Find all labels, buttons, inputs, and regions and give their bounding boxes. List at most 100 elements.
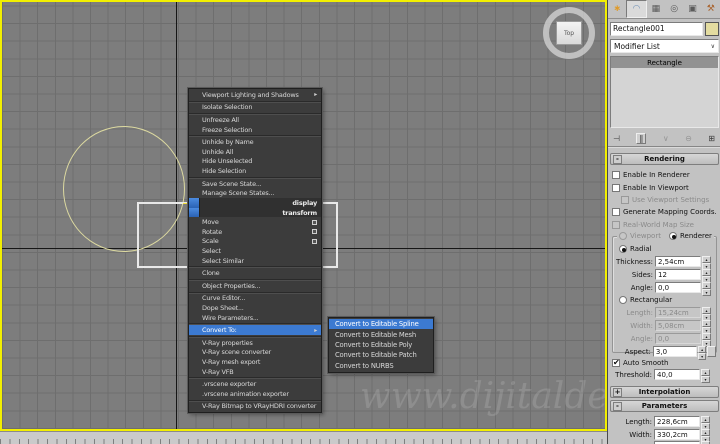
menu-item[interactable]: Convert To: ▸ xyxy=(189,325,321,335)
command-panel-tab[interactable]: ▦ xyxy=(647,0,665,18)
expand-icon[interactable]: + xyxy=(613,388,622,397)
command-panel-tab[interactable]: ⚒ xyxy=(702,0,720,18)
radio-button[interactable] xyxy=(669,232,677,240)
checkbox-row[interactable]: Use Viewport Settings xyxy=(612,194,718,206)
menu-item[interactable]: Unhide by Name ▸ xyxy=(189,137,321,147)
checkbox-row[interactable]: Enable In Viewport xyxy=(612,181,718,193)
object-color-swatch[interactable] xyxy=(705,22,719,36)
submenu-item[interactable]: Convert to Editable Mesh xyxy=(329,329,433,339)
spinner[interactable]: ▴▾ xyxy=(702,269,711,280)
aspect-lock-button[interactable] xyxy=(707,346,716,357)
menu-item[interactable]: V-Ray scene converter ▸ xyxy=(189,348,321,358)
value-field[interactable]: 12 xyxy=(655,269,701,280)
menu-item[interactable]: Object Properties... ▸ xyxy=(189,281,321,291)
menu-item[interactable]: Hide Selection ▸ xyxy=(189,166,321,176)
checkbox-row[interactable]: Generate Mapping Coords. xyxy=(612,206,718,218)
menu-item[interactable]: Clone ▸ xyxy=(189,268,321,278)
value-field[interactable]: 0,0 xyxy=(655,282,701,293)
menu-item[interactable]: Dope Sheet... ▸ xyxy=(189,303,321,313)
value-field[interactable]: 5,08cm xyxy=(655,320,701,331)
value-field[interactable]: 228,6cm xyxy=(654,416,700,427)
spinner[interactable]: ▴▾ xyxy=(701,416,710,427)
spinner[interactable]: ▴▾ xyxy=(702,282,711,293)
menu-item[interactable]: .vrscene animation exporter ▸ xyxy=(189,389,321,399)
collapse-icon[interactable]: - xyxy=(613,402,622,411)
checkbox[interactable] xyxy=(612,359,620,367)
track-bar[interactable] xyxy=(0,431,607,444)
stack-tool-button[interactable]: ⊞ xyxy=(708,134,715,143)
radio-viewport[interactable]: Viewport xyxy=(619,232,661,240)
viewcube[interactable]: Top xyxy=(540,5,598,61)
spinner[interactable]: ▴▾ xyxy=(701,369,710,380)
value-field[interactable]: 2,54cm xyxy=(655,256,701,267)
command-panel-tab[interactable]: ∗ xyxy=(608,0,626,18)
stack-tool-button[interactable]: ⊖ xyxy=(685,134,692,143)
submenu-item[interactable]: Convert to Editable Spline xyxy=(329,319,433,329)
checkbox[interactable] xyxy=(612,184,620,192)
checkbox[interactable] xyxy=(621,196,629,204)
spinner[interactable]: ▴▾ xyxy=(698,346,707,357)
checkbox[interactable] xyxy=(612,208,620,216)
collapse-icon[interactable]: - xyxy=(613,155,622,164)
menu-item[interactable]: Select ▸ xyxy=(189,246,321,256)
command-panel-tab[interactable]: ▣ xyxy=(683,0,701,18)
spinner[interactable]: ▴▾ xyxy=(702,307,711,318)
object-name-field[interactable]: Rectangle001 xyxy=(610,22,703,36)
spinner[interactable]: ▴▾ xyxy=(702,333,711,344)
menu-item[interactable]: Wire Parameters... ▸ xyxy=(189,313,321,323)
value-field[interactable]: 330,2cm xyxy=(654,429,700,440)
rollout-parameters-header[interactable]: - Parameters xyxy=(610,400,719,412)
viewcube-top-face[interactable]: Top xyxy=(556,21,582,45)
menu-item[interactable]: Manage Scene States... ▸ xyxy=(189,188,321,198)
command-panel-tab[interactable]: ◠ xyxy=(626,0,646,18)
radio-radial[interactable]: Radial xyxy=(613,243,716,255)
modifier-stack-item[interactable]: Rectangle xyxy=(611,57,718,68)
spinner[interactable]: ▴▾ xyxy=(701,429,710,440)
checkbox[interactable] xyxy=(612,171,620,179)
submenu-item[interactable]: Convert to Editable Patch xyxy=(329,350,433,360)
menu-item[interactable]: V-Ray mesh export ▸ xyxy=(189,357,321,367)
menu-item[interactable]: Viewport Lighting and Shadows ▸ xyxy=(189,90,321,100)
menu-item[interactable]: Curve Editor... ▸ xyxy=(189,294,321,304)
modifier-stack[interactable]: Rectangle xyxy=(610,56,719,128)
checkbox-row[interactable]: Enable In Renderer xyxy=(612,169,718,181)
submenu-item[interactable]: Convert to NURBS xyxy=(329,361,433,371)
radio-rectangular[interactable]: Rectangular xyxy=(613,294,716,306)
menu-item[interactable]: V-Ray Bitmap to VRayHDRI converter ▸ xyxy=(189,402,321,412)
spinner[interactable]: ▴▾ xyxy=(702,320,711,331)
radio-button[interactable] xyxy=(619,232,627,240)
submenu-item[interactable]: Convert to Editable Poly xyxy=(329,340,433,350)
spinner[interactable]: ▴▾ xyxy=(702,256,711,267)
viewport-top-view[interactable]: www.dijitalders. Top Viewport Lighting a… xyxy=(0,0,607,431)
checkbox-row[interactable]: Real-World Map Size xyxy=(612,219,718,231)
menu-item[interactable]: Isolate Selection ▸ xyxy=(189,103,321,113)
menu-item[interactable]: transform ▸ xyxy=(189,208,321,218)
menu-item[interactable]: .vrscene exporter ▸ xyxy=(189,379,321,389)
stack-tool-button[interactable]: ‖ xyxy=(636,133,646,144)
radio-button[interactable] xyxy=(619,296,627,304)
menu-item[interactable]: Freeze Selection ▸ xyxy=(189,125,321,135)
rollout-interpolation-header[interactable]: + Interpolation xyxy=(610,386,719,398)
menu-item[interactable]: Unfreeze All ▸ xyxy=(189,115,321,125)
command-panel-tab[interactable]: ◎ xyxy=(665,0,683,18)
checkbox[interactable] xyxy=(612,221,620,229)
menu-item[interactable]: display ▸ xyxy=(189,198,321,208)
rollout-rendering-header[interactable]: - Rendering xyxy=(610,153,719,165)
radio-button[interactable] xyxy=(619,245,627,253)
value-field[interactable]: 3,0 xyxy=(653,346,697,357)
menu-item[interactable]: Save Scene State... ▸ xyxy=(189,179,321,189)
menu-item[interactable]: Hide Unselected ▸ xyxy=(189,157,321,167)
stack-tool-button[interactable]: ⊣ xyxy=(613,134,620,143)
menu-item[interactable]: Scale ▸ xyxy=(189,237,321,247)
menu-item[interactable]: Rotate ▸ xyxy=(189,227,321,237)
menu-item[interactable]: V-Ray properties ▸ xyxy=(189,338,321,348)
stack-tool-button[interactable]: ∨ xyxy=(663,134,669,143)
value-field[interactable]: 40,0 xyxy=(654,369,700,380)
value-field[interactable]: 15,24cm xyxy=(655,307,701,318)
value-field[interactable]: 0,0 xyxy=(655,333,701,344)
radio-renderer[interactable]: Renderer xyxy=(669,232,712,240)
menu-item[interactable]: Unhide All ▸ xyxy=(189,147,321,157)
menu-item[interactable]: Select Similar ▸ xyxy=(189,256,321,266)
modifier-list-dropdown[interactable]: Modifier List ∨ xyxy=(610,39,719,53)
menu-item[interactable]: V-Ray VFB ▸ xyxy=(189,367,321,377)
